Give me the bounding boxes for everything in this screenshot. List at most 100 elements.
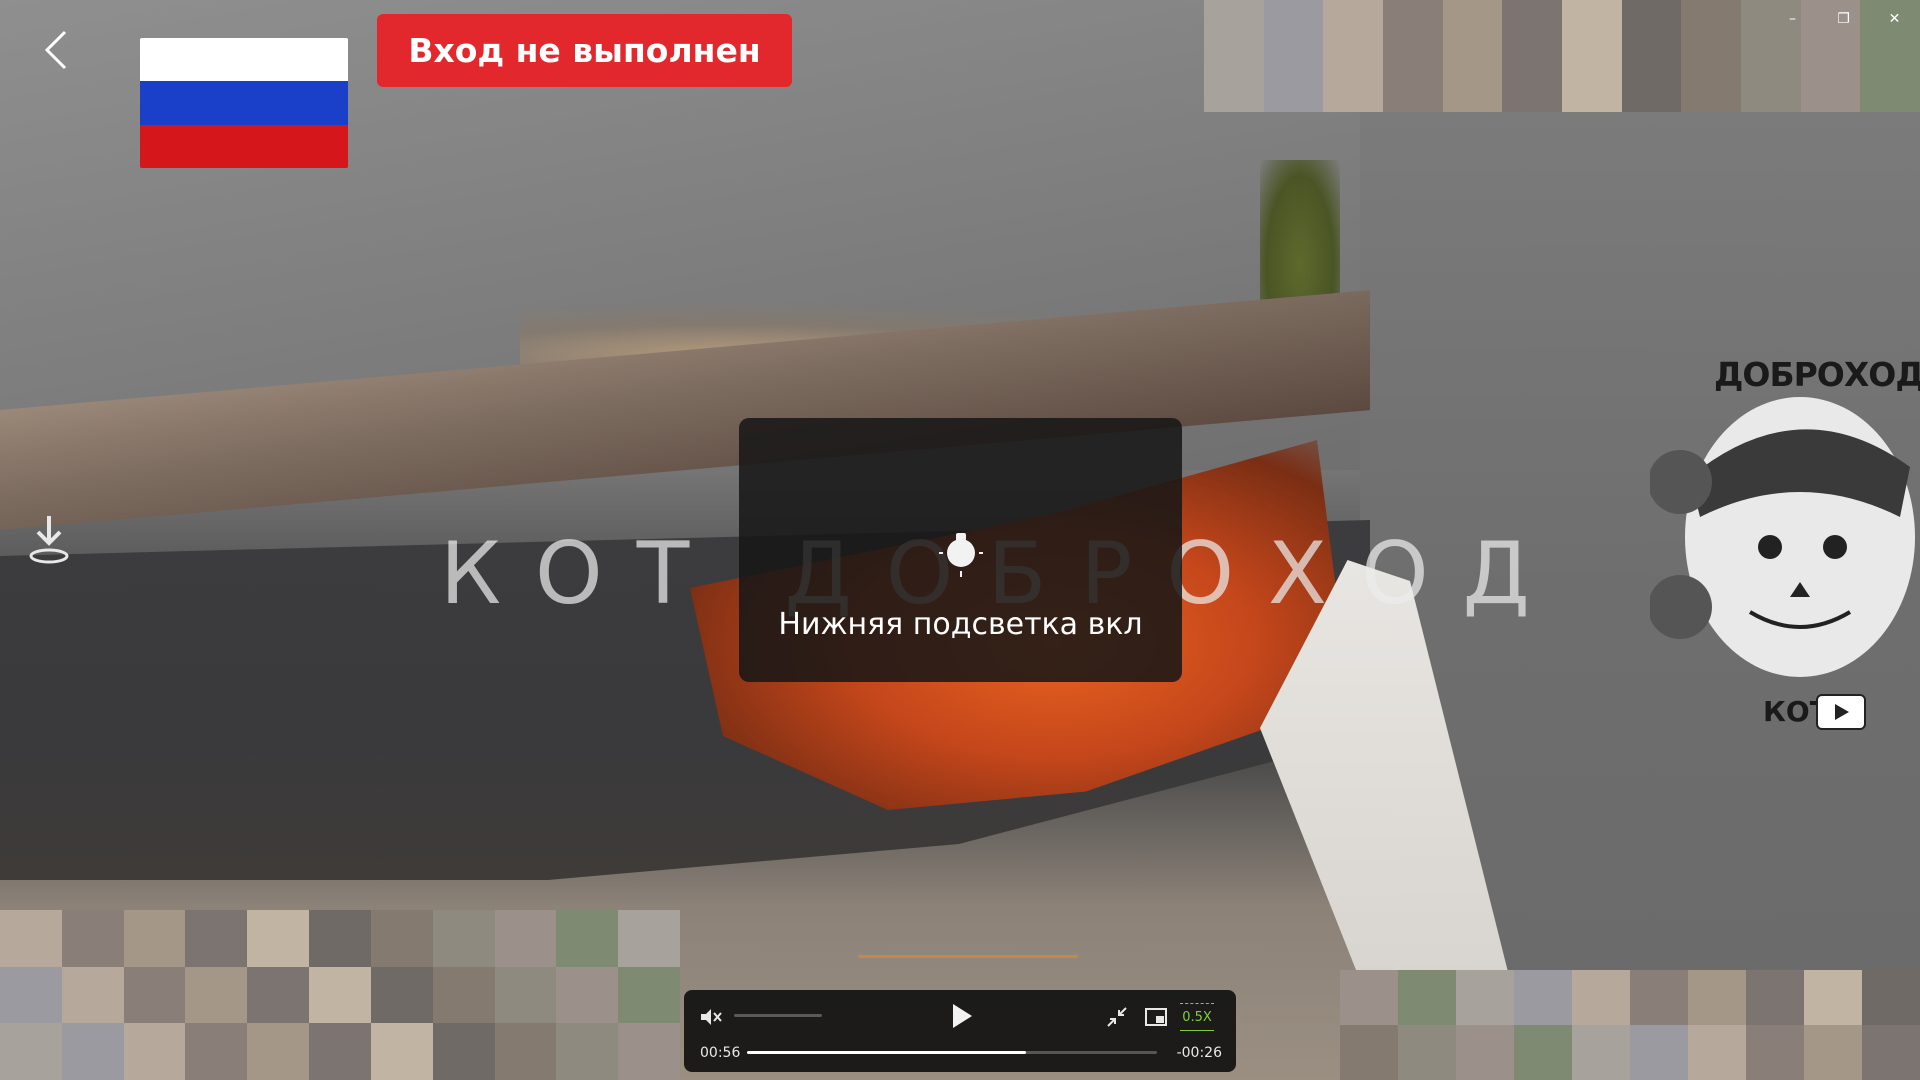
censor-pixel <box>1514 970 1572 1025</box>
download-icon[interactable] <box>26 512 72 566</box>
speaker-muted-icon <box>701 1009 722 1025</box>
censor-pixel <box>61 966 124 1024</box>
channel-logo-name: ДОБРОХОД <box>1714 355 1920 394</box>
censor-pixel <box>494 910 557 967</box>
censor-pixel <box>61 1023 124 1080</box>
light-bulb-icon <box>938 533 983 577</box>
censor-pixel <box>556 966 619 1024</box>
remaining-time: -00:26 <box>1176 1045 1222 1061</box>
close-button[interactable]: ✕ <box>1869 0 1920 38</box>
restore-button[interactable]: ❐ <box>1818 0 1869 38</box>
censor-pixel <box>1398 970 1456 1025</box>
censor-pixel <box>1323 0 1383 56</box>
censor-pixel <box>1562 56 1622 112</box>
collapse-button[interactable] <box>1102 1002 1132 1032</box>
chevron-left-icon <box>44 30 67 70</box>
censor-pixel <box>1456 1025 1514 1080</box>
censor-pixel <box>123 1023 186 1080</box>
censor-pixel <box>1746 970 1804 1025</box>
cat-helmet-icon <box>1650 397 1915 677</box>
censor-pixel <box>1688 970 1746 1025</box>
censor-pixel <box>1621 0 1682 56</box>
censor-pixel <box>309 1023 371 1080</box>
login-status-banner[interactable]: Вход не выполнен <box>377 14 792 87</box>
censor-pixel <box>0 966 62 1024</box>
toast-message: Нижняя подсветка вкл <box>778 607 1143 642</box>
current-time: 00:56 <box>700 1045 741 1061</box>
censor-pixel <box>370 1023 433 1080</box>
window-controls: – ❐ ✕ <box>1767 0 1920 38</box>
censor-pixel <box>309 966 371 1024</box>
censor-pixel <box>432 910 495 967</box>
play-icon <box>953 1004 972 1028</box>
censor-pixel <box>1800 56 1861 112</box>
censor-block-bottom-left <box>0 910 680 1080</box>
censor-pixel <box>1562 0 1622 56</box>
censor-pixel <box>370 910 433 967</box>
flag-stripe-red <box>140 124 348 168</box>
censor-pixel <box>1860 56 1920 112</box>
censor-pixel <box>1681 0 1741 56</box>
censor-pixel <box>1263 56 1324 112</box>
censor-pixel <box>1630 1025 1688 1080</box>
censor-pixel <box>618 966 680 1024</box>
picture-in-picture-icon <box>1145 1008 1167 1026</box>
censor-pixel <box>1630 970 1688 1025</box>
censor-pixel <box>432 966 495 1024</box>
censor-pixel <box>1688 1025 1746 1080</box>
progress-bar[interactable] <box>747 1051 1157 1054</box>
censor-pixel <box>247 910 310 967</box>
censor-pixel <box>1263 0 1324 56</box>
censor-pixel <box>1398 1025 1456 1080</box>
censor-pixel <box>0 1023 62 1080</box>
censor-pixel <box>1502 0 1562 56</box>
channel-logo: ДОБРОХОД КОТ <box>1630 345 1920 735</box>
censor-pixel <box>247 1023 310 1080</box>
playback-speed-button[interactable]: 0.5X <box>1180 1003 1214 1031</box>
video-player-controls: 0.5X 00:56 -00:26 <box>684 990 1236 1072</box>
censor-pixel <box>618 1023 680 1080</box>
censor-pixel <box>1204 56 1264 112</box>
censor-pixel <box>1204 0 1264 56</box>
picture-in-picture-button[interactable] <box>1141 1002 1171 1032</box>
censor-pixel <box>1681 56 1741 112</box>
censor-pixel <box>185 966 248 1024</box>
notification-toast: Нижняя подсветка вкл <box>739 418 1182 682</box>
censor-pixel <box>1572 1025 1630 1080</box>
censor-pixel <box>1862 970 1920 1025</box>
censor-pixel <box>1804 970 1862 1025</box>
russian-flag <box>140 38 348 168</box>
censor-pixel <box>370 966 433 1024</box>
play-button[interactable] <box>944 998 980 1034</box>
censor-pixel <box>1442 0 1503 56</box>
censor-pixel <box>1340 1025 1398 1080</box>
censor-pixel <box>556 1023 619 1080</box>
censor-pixel <box>123 910 186 967</box>
censor-pixel <box>1804 1025 1862 1080</box>
censor-pixel <box>1621 56 1682 112</box>
collapse-icon <box>1107 1007 1127 1027</box>
mute-button[interactable] <box>696 1002 726 1032</box>
censor-pixel <box>1746 1025 1804 1080</box>
censor-pixel <box>494 1023 557 1080</box>
censor-pixel <box>1340 970 1398 1025</box>
caption-underline <box>858 955 1078 958</box>
progress-fill <box>747 1051 1026 1054</box>
flag-stripe-white <box>140 38 348 82</box>
censor-pixel <box>1456 970 1514 1025</box>
censor-pixel <box>618 910 680 967</box>
censor-pixel <box>432 1023 495 1080</box>
volume-slider[interactable] <box>734 1014 822 1017</box>
censor-pixel <box>1741 56 1801 112</box>
censor-pixel <box>1383 56 1443 112</box>
censor-pixel <box>123 966 186 1024</box>
censor-block-bottom-right <box>1340 970 1920 1080</box>
minimize-button[interactable]: – <box>1767 0 1818 38</box>
back-button[interactable] <box>36 30 76 70</box>
censor-pixel <box>1572 970 1630 1025</box>
censor-pixel <box>1442 56 1503 112</box>
censor-pixel <box>1862 1025 1920 1080</box>
censor-pixel <box>247 966 310 1024</box>
censor-pixel <box>61 910 124 967</box>
censor-pixel <box>494 966 557 1024</box>
